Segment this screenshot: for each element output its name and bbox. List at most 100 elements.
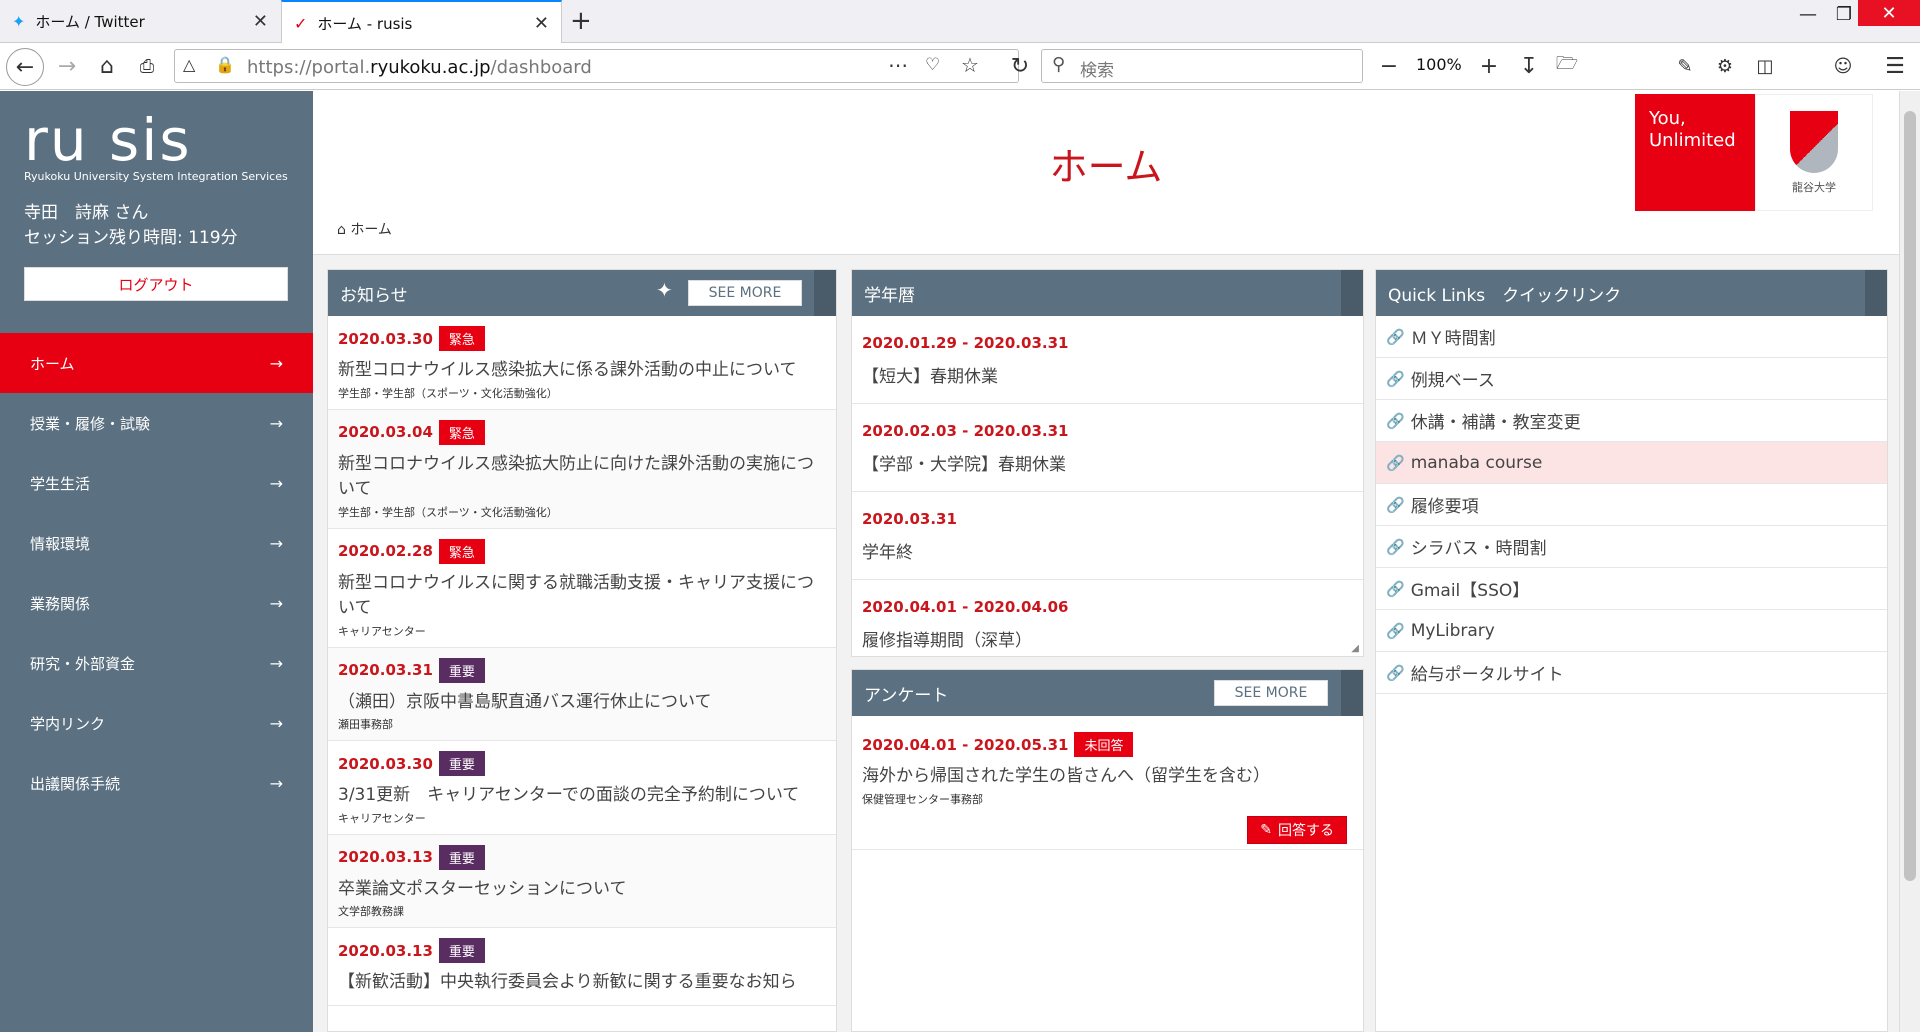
folder-icon[interactable]: 🗁	[1550, 49, 1584, 83]
sidebar-item-label: 業務関係	[30, 594, 91, 613]
quicklink-my-timetable[interactable]: 🔗 ＭＹ時間割	[1376, 316, 1887, 358]
urgent-badge: 緊急	[438, 419, 485, 445]
sidebar-item-home[interactable]: ホーム →	[0, 333, 313, 393]
home-icon[interactable]: ⌂	[90, 49, 124, 83]
quicklink-label: 履修要項	[1410, 497, 1479, 517]
notice-title[interactable]: 新型コロナウイルス感染拡大防止に向けた課外活動の実施について	[338, 452, 826, 503]
notice-item[interactable]: 2020.02.28 緊急 新型コロナウイルスに関する就職活動支援・キャリア支援に…	[328, 528, 836, 648]
extension-icon[interactable]: ⚙	[1708, 49, 1742, 83]
sidebar-item-research[interactable]: 研究・外部資金 →	[0, 633, 313, 693]
notice-title[interactable]: 【新歓活動】中央執行委員会より新歓に関する重要なお知ら	[338, 970, 826, 996]
notice-item[interactable]: 2020.03.13 重要 【新歓活動】中央執行委員会より新歓に関する重要なお知ら	[328, 928, 836, 1006]
bookmark-star-icon[interactable]: ☆	[961, 53, 979, 77]
panel-title: Quick Links クイックリンク	[1388, 285, 1622, 306]
arrow-right-icon: →	[269, 353, 283, 373]
reader-view-icon[interactable]: ◫	[1748, 49, 1782, 83]
notice-date: 2020.03.30	[338, 754, 433, 773]
notice-date: 2020.03.13	[338, 848, 433, 866]
page-scrollbar[interactable]	[1899, 91, 1920, 1032]
sidebar-item-it-environment[interactable]: 情報環境 →	[0, 513, 313, 573]
eyedropper-icon[interactable]: ✎	[1668, 49, 1702, 83]
notice-item[interactable]: 2020.03.31 重要 （瀬田）京阪中書島駅直通バス運行休止について 瀬田事務…	[328, 647, 836, 741]
pin-icon[interactable]: ✦	[656, 278, 673, 302]
panel-title: アンケート	[864, 685, 949, 706]
quicklink-gmail[interactable]: 🔗 Gmail【SSO】	[1376, 568, 1887, 610]
more-dots-icon[interactable]: ⋯	[888, 53, 908, 77]
reload-icon[interactable]: ↻	[1003, 49, 1037, 83]
print-icon[interactable]: ⎙	[130, 49, 164, 83]
quicklink-course-guide[interactable]: 🔗 履修要項	[1376, 484, 1887, 526]
notice-item[interactable]: 2020.03.04 緊急 新型コロナウイルス感染拡大防止に向けた課外活動の実施に…	[328, 409, 836, 529]
header-end-cap	[1865, 270, 1887, 316]
survey-title[interactable]: 海外から帰国された学生の皆さんへ（留学生を含む）	[862, 764, 1353, 790]
pocket-icon[interactable]: ♡	[925, 55, 940, 75]
notice-title[interactable]: 新型コロナウイルスに関する就職活動支援・キャリア支援について	[338, 571, 826, 622]
survey-see-more-button[interactable]: SEE MORE	[1214, 680, 1328, 706]
search-input[interactable]: ⚲ 検索	[1041, 49, 1363, 83]
sidebar-menu: ホーム → 授業・履修・試験 → 学生生活 → 情報環境 → 業務関係 → 研究・外部資金…	[0, 333, 313, 813]
important-badge: 重要	[438, 938, 485, 963]
notice-title[interactable]: 新型コロナウイルス感染拡大に係る課外活動の中止について	[338, 358, 826, 384]
hamburger-menu-icon[interactable]: ☰	[1878, 49, 1912, 83]
notice-title[interactable]: 3/31更新 キャリアセンターでの面談の完全予約制について	[338, 783, 826, 809]
calendar-header: 学年暦	[852, 270, 1363, 316]
quicklink-syllabus[interactable]: 🔗 シラバス・時間割	[1376, 526, 1887, 568]
sidebar-item-procedures[interactable]: 出議関係手続 →	[0, 753, 313, 813]
resize-handle-icon[interactable]: ◢	[1351, 643, 1359, 654]
zoom-out-icon[interactable]: −	[1372, 49, 1406, 83]
notice-dept: 学生部・学生部（スポーツ・文化活動強化）	[338, 386, 558, 400]
quicklink-label: MyLibrary	[1410, 620, 1495, 641]
zoom-level[interactable]: 100%	[1416, 55, 1462, 74]
header-end-cap	[1341, 670, 1363, 716]
url-bar[interactable]: △ 🔒 https://portal.ryukoku.ac.jp/dashboa…	[174, 49, 1019, 83]
zoom-in-icon[interactable]: +	[1472, 49, 1506, 83]
link-icon: 🔗	[1386, 663, 1405, 682]
link-icon: 🔗	[1386, 411, 1405, 430]
url-text[interactable]: https://portal.ryukoku.ac.jp/dashboard	[247, 57, 592, 78]
browser-nav-bar: ← → ⌂ ⎙ △ 🔒 https://portal.ryukoku.ac.jp…	[0, 43, 1920, 90]
account-icon[interactable]: ☺	[1826, 49, 1860, 83]
close-icon[interactable]: ✕	[534, 13, 549, 34]
calendar-list[interactable]: 2020.01.29 - 2020.03.31 【短大】春期休業 2020.02…	[852, 316, 1363, 656]
quicklink-mylibrary[interactable]: 🔗 MyLibrary	[1376, 610, 1887, 652]
tab-rusis[interactable]: ✓ ホーム - rusis ✕	[281, 0, 562, 44]
new-tab-icon[interactable]: +	[570, 6, 592, 36]
notice-title[interactable]: 卒業論文ポスターセッションについて	[338, 877, 826, 903]
notice-item[interactable]: 2020.03.30 緊急 新型コロナウイルス感染拡大に係る課外活動の中止について…	[328, 316, 836, 410]
notice-item[interactable]: 2020.03.13 重要 卒業論文ポスターセッションについて 文学部教務課	[328, 834, 836, 928]
you-unlimited-banner[interactable]: You, Unlimited	[1635, 94, 1755, 211]
window-close-icon[interactable]: ✕	[1858, 0, 1920, 26]
university-crest[interactable]: 龍谷大学	[1755, 94, 1873, 211]
shield-icon[interactable]: △	[183, 55, 195, 74]
sidebar-item-campus-links[interactable]: 学内リンク →	[0, 693, 313, 753]
sidebar-item-student-life[interactable]: 学生生活 →	[0, 453, 313, 513]
back-arrow-icon[interactable]: ←	[6, 48, 44, 86]
quicklink-label: 休講・補講・教室変更	[1410, 413, 1581, 433]
tab-twitter[interactable]: ✦ ホーム / Twitter ✕	[0, 0, 280, 43]
quicklink-class-changes[interactable]: 🔗 休講・補講・教室変更	[1376, 400, 1887, 442]
answer-button[interactable]: ✎ 回答する	[1247, 816, 1347, 844]
tab-title: ホーム - rusis	[317, 14, 413, 33]
calendar-panel: 学年暦 2020.01.29 - 2020.03.31 【短大】春期休業 202…	[851, 269, 1364, 657]
header-end-cap	[814, 270, 836, 316]
logo-subtitle: Ryukoku University System Integration Se…	[24, 170, 288, 183]
notice-item[interactable]: 2020.03.30 重要 3/31更新 キャリアセンターでの面談の完全予約制につ…	[328, 741, 836, 835]
sidebar-item-courses[interactable]: 授業・履修・試験 →	[0, 393, 313, 453]
rusis-logo[interactable]: ru sis	[24, 111, 192, 169]
forward-arrow-icon[interactable]: →	[50, 49, 84, 83]
scrollbar-thumb[interactable]	[1904, 111, 1916, 881]
breadcrumb-home[interactable]: ホーム	[350, 222, 392, 238]
sidebar-item-label: ホーム	[30, 354, 75, 373]
quicklink-regulations[interactable]: 🔗 例規ベース	[1376, 358, 1887, 400]
lock-icon[interactable]: 🔒	[215, 55, 235, 74]
logout-button[interactable]: ログアウト	[24, 267, 288, 301]
notice-title[interactable]: （瀬田）京阪中書島駅直通バス運行休止について	[338, 690, 826, 716]
sidebar-item-label: 学内リンク	[30, 714, 106, 733]
close-icon[interactable]: ✕	[253, 11, 268, 32]
quicklink-salary-portal[interactable]: 🔗 給与ポータルサイト	[1376, 652, 1887, 694]
header-end-cap	[1341, 270, 1363, 316]
download-icon[interactable]: ↧	[1512, 49, 1546, 83]
quicklink-manaba[interactable]: 🔗 manaba course	[1376, 442, 1887, 484]
notices-see-more-button[interactable]: SEE MORE	[688, 280, 802, 306]
sidebar-item-business[interactable]: 業務関係 →	[0, 573, 313, 633]
